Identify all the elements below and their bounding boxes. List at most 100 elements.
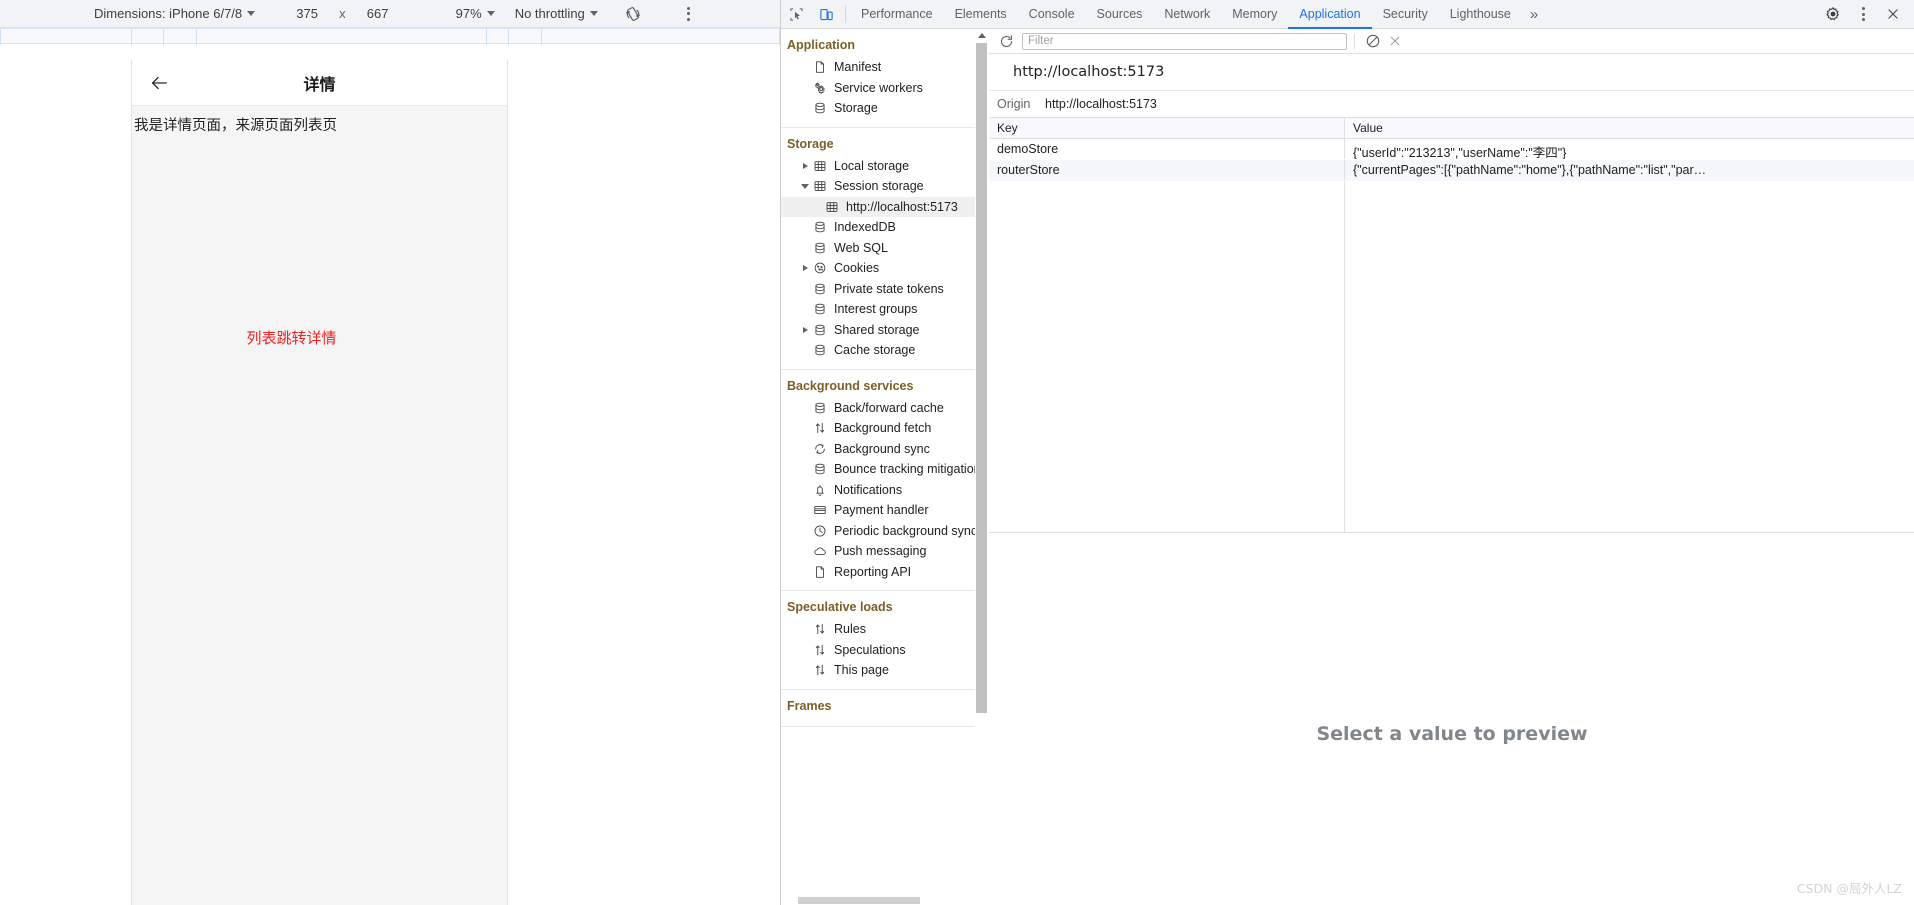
database-icon — [811, 241, 829, 255]
chevron-right-icon[interactable] — [799, 162, 811, 169]
scroll-up-button[interactable] — [975, 29, 988, 42]
rotate-device-icon[interactable] — [620, 1, 646, 27]
sidebar-item-label: Local storage — [834, 158, 910, 173]
sidebar-scrollbar[interactable] — [975, 29, 988, 905]
sidebar-item-this-page[interactable]: This page — [781, 660, 987, 681]
more-tabs-icon[interactable]: » — [1522, 0, 1546, 28]
tab-console[interactable]: Console — [1018, 0, 1086, 28]
sidebar-item-rules[interactable]: Rules — [781, 619, 987, 640]
sidebar-horizontal-scrollbar[interactable] — [781, 896, 988, 905]
updown-arrows-icon — [811, 643, 829, 657]
toolbar-divider — [1354, 33, 1355, 49]
gear-icon[interactable] — [1818, 6, 1848, 22]
database-icon — [811, 462, 829, 476]
sidebar-item-service-workers[interactable]: Service workers — [781, 78, 987, 99]
chevron-down-icon[interactable] — [799, 183, 811, 189]
device-dimensions-select[interactable]: Dimensions: iPhone 6/7/8 — [88, 0, 261, 28]
tab-application[interactable]: Application — [1288, 0, 1372, 29]
tab-security[interactable]: Security — [1372, 0, 1439, 28]
table-icon — [811, 159, 829, 173]
device-more-options-icon[interactable] — [676, 1, 702, 27]
tab-sources[interactable]: Sources — [1086, 0, 1154, 28]
scrollbar-thumb-horizontal[interactable] — [798, 897, 920, 904]
sidebar-item-interest-groups[interactable]: Interest groups — [781, 299, 987, 320]
device-width-input[interactable] — [283, 6, 332, 21]
sidebar-item-label: Cache storage — [834, 343, 916, 358]
column-header-value[interactable]: Value — [1345, 118, 1914, 138]
scrollbar-thumb[interactable] — [976, 43, 987, 713]
sidebar-item-back-forward-cache[interactable]: Back/forward cache — [781, 398, 987, 419]
sidebar-item-periodic-background-sync[interactable]: Periodic background sync — [781, 521, 987, 542]
tab-network[interactable]: Network — [1153, 0, 1221, 28]
sidebar-item-private-state-tokens[interactable]: Private state tokens — [781, 279, 987, 300]
updown-arrows-icon — [811, 421, 829, 435]
devtools-more-options-icon[interactable] — [1848, 7, 1878, 21]
sidebar-item-speculations[interactable]: Speculations — [781, 640, 987, 661]
delete-selected-icon[interactable] — [1384, 30, 1406, 52]
credit-card-icon — [811, 503, 829, 517]
table-row[interactable]: routerStore {"currentPages":[{"pathName":… — [989, 160, 1914, 181]
data-grid-rows: demoStore {"userId":"213213","userName":"… — [989, 139, 1914, 181]
cookie-icon — [811, 261, 829, 275]
device-toolbar-icon[interactable] — [811, 0, 841, 28]
sidebar-item-background-fetch[interactable]: Background fetch — [781, 418, 987, 439]
device-height-input[interactable] — [353, 6, 402, 21]
back-arrow-icon[interactable] — [148, 72, 170, 94]
sync-icon — [811, 442, 829, 456]
device-emulation-pane: Dimensions: iPhone 6/7/8 x 97% No thrott… — [0, 0, 780, 905]
inspect-element-icon[interactable] — [781, 0, 811, 28]
sidebar-item-reporting-api[interactable]: Reporting API — [781, 562, 987, 583]
origin-value: http://localhost:5173 — [1045, 97, 1157, 111]
sidebar-item-http-localhost-5173[interactable]: http://localhost:5173 — [781, 196, 987, 217]
tab-elements[interactable]: Elements — [944, 0, 1018, 28]
chevron-down-icon — [247, 11, 256, 16]
table-icon — [811, 179, 829, 193]
sidebar-item-payment-handler[interactable]: Payment handler — [781, 500, 987, 521]
storage-data-grid: Key Value demoStore {"userId":"213213","u… — [989, 118, 1914, 533]
refresh-icon[interactable] — [995, 30, 1017, 52]
tab-memory[interactable]: Memory — [1221, 0, 1288, 28]
network-throttling-select[interactable]: No throttling — [509, 0, 604, 28]
sidebar-item-local-storage[interactable]: Local storage — [781, 156, 987, 177]
table-row[interactable]: demoStore {"userId":"213213","userName":"… — [989, 139, 1914, 160]
cell-value[interactable]: {"currentPages":[{"pathName":"home"},{"p… — [1345, 160, 1914, 180]
origin-label: Origin — [997, 97, 1031, 111]
emulated-viewport[interactable]: 详情 我是详情页面，来源页面列表页 列表跳转详情 — [131, 60, 508, 905]
application-sidebar[interactable]: Application Manifest Service workers Storag… — [781, 29, 988, 905]
sidebar-item-label: Notifications — [834, 482, 903, 497]
column-header-key[interactable]: Key — [989, 118, 1345, 138]
sidebar-item-bounce-tracking-mitigations[interactable]: Bounce tracking mitigations — [781, 459, 987, 480]
tab-lighthouse[interactable]: Lighthouse — [1439, 0, 1522, 28]
storage-main-panel: http://localhost:5173 Origin http://loca… — [989, 29, 1914, 905]
sidebar-item-cookies[interactable]: Cookies — [781, 258, 987, 279]
sidebar-item-background-sync[interactable]: Background sync — [781, 439, 987, 460]
sidebar-item-push-messaging[interactable]: Push messaging — [781, 541, 987, 562]
sidebar-section-title: Speculative loads — [787, 600, 893, 614]
clear-all-icon[interactable] — [1362, 30, 1384, 52]
cell-key[interactable]: demoStore — [989, 139, 1345, 159]
list-to-detail-link[interactable]: 列表跳转详情 — [132, 327, 507, 348]
sidebar-item-session-storage[interactable]: Session storage — [781, 176, 987, 197]
chevron-right-icon[interactable] — [799, 265, 811, 272]
device-dimensions-label: Dimensions: iPhone 6/7/8 — [94, 6, 243, 21]
sidebar-item-web-sql[interactable]: Web SQL — [781, 238, 987, 259]
sidebar-item-manifest[interactable]: Manifest — [781, 57, 987, 78]
sidebar-item-storage[interactable]: Storage — [781, 98, 987, 119]
filter-input[interactable] — [1022, 32, 1347, 50]
document-icon — [811, 60, 829, 74]
watermark: CSDN @局外人LZ — [1796, 881, 1902, 896]
close-icon[interactable] — [1878, 7, 1908, 21]
cell-value[interactable]: {"userId":"213213","userName":"李四"} — [1345, 139, 1914, 159]
sidebar-section-frames: Frames — [781, 690, 987, 727]
sidebar-item-indexeddb[interactable]: IndexedDB — [781, 217, 987, 238]
chevron-down-icon — [589, 11, 598, 16]
table-icon — [823, 200, 841, 214]
sidebar-item-cache-storage[interactable]: Cache storage — [781, 340, 987, 361]
sidebar-item-notifications[interactable]: Notifications — [781, 480, 987, 501]
device-zoom-select[interactable]: 97% — [450, 0, 501, 28]
sidebar-item-label: Web SQL — [834, 240, 888, 255]
chevron-right-icon[interactable] — [799, 326, 811, 333]
cell-key[interactable]: routerStore — [989, 160, 1345, 180]
tab-performance[interactable]: Performance — [850, 0, 944, 28]
sidebar-item-shared-storage[interactable]: Shared storage — [781, 320, 987, 341]
